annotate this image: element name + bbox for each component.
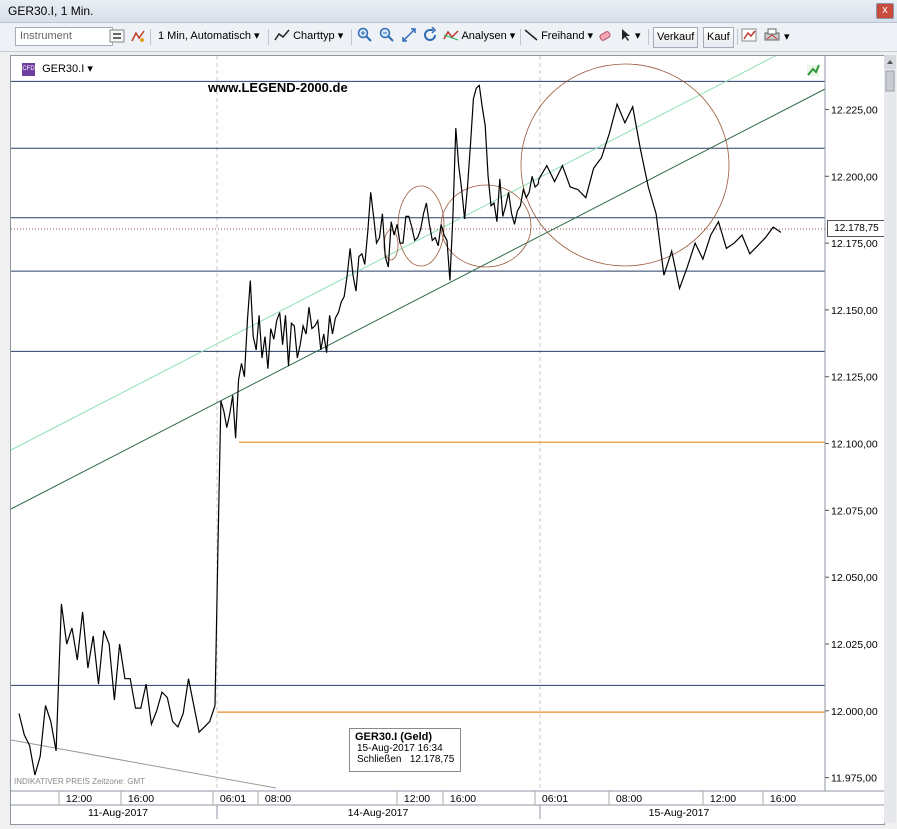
cursor-icon bbox=[622, 29, 630, 41]
y-tick-label: 12.100,00 bbox=[831, 439, 878, 451]
indicative-price-note: INDIKATIVER PREIS Zeitzone: GMT bbox=[14, 777, 145, 786]
x-tick-label: 06:01 bbox=[220, 793, 246, 805]
analysis-icon bbox=[443, 30, 459, 41]
y-tick-label: 12.125,00 bbox=[831, 372, 878, 384]
verkauf-button[interactable]: Verkauf bbox=[653, 27, 699, 48]
pen-line-icon bbox=[524, 29, 538, 41]
analysen-select[interactable]: Analysen ▾ bbox=[443, 27, 515, 46]
freihand-select[interactable]: Freihand ▾ bbox=[524, 27, 593, 46]
pattern-circle-4[interactable] bbox=[520, 63, 730, 267]
line-chart-icon bbox=[274, 29, 290, 41]
zoom-in-icon[interactable] bbox=[357, 27, 373, 46]
instrument-name: GER30.I bbox=[42, 63, 85, 75]
y-tick-label: 11.975,00 bbox=[831, 773, 877, 785]
x-tick-label: 08:00 bbox=[616, 793, 642, 805]
cursor-select[interactable]: ▾ bbox=[620, 27, 641, 46]
x-tick-label: 06:01 bbox=[542, 793, 568, 805]
price-tooltip: GER30.I (Geld) 15-Aug-2017 16:34 Schließ… bbox=[349, 728, 461, 772]
close-icon[interactable]: x bbox=[876, 3, 894, 19]
website-watermark: www.LEGEND-2000.de bbox=[208, 80, 348, 95]
trend-marker-icon bbox=[807, 64, 820, 76]
y-tick-label: 12.175,00 bbox=[831, 238, 878, 250]
zoom-out-icon[interactable] bbox=[379, 27, 395, 46]
last-price-label: 12.178,75 bbox=[827, 220, 886, 237]
date-label: 11-Aug-2017 bbox=[88, 807, 148, 819]
tooltip-title: GER30.I (Geld) bbox=[355, 731, 433, 743]
date-label: 15-Aug-2017 bbox=[649, 807, 710, 819]
trendline-upper[interactable] bbox=[11, 56, 781, 451]
indicator-add-icon[interactable] bbox=[130, 29, 146, 48]
y-tick-label: 12.050,00 bbox=[831, 572, 878, 584]
chart-toolbar: Instrument 1 Min, Automatisch ▾ Charttyp… bbox=[0, 23, 897, 52]
x-tick-label: 16:00 bbox=[128, 793, 154, 805]
instrument-input[interactable]: Instrument bbox=[15, 27, 113, 46]
tooltip-close: Schließen 12.178,75 bbox=[357, 754, 455, 765]
y-tick-label: 12.075,00 bbox=[831, 505, 878, 517]
chart-area[interactable]: 12.225,00 12.200,00 12.175,00 12.150,00 12.1… bbox=[10, 55, 885, 825]
kauf-button[interactable]: Kauf bbox=[703, 27, 734, 48]
print-select[interactable]: ▾ bbox=[763, 27, 790, 46]
y-tick-label: 12.200,00 bbox=[831, 171, 878, 183]
x-tick-label: 08:00 bbox=[265, 793, 291, 805]
x-tick-label: 16:00 bbox=[450, 793, 476, 805]
y-tick-label: 12.025,00 bbox=[831, 639, 878, 651]
x-tick-label: 12:00 bbox=[404, 793, 430, 805]
print-icon bbox=[764, 28, 780, 41]
y-tick-label: 12.225,00 bbox=[831, 104, 878, 116]
y-tick-label: 12.150,00 bbox=[831, 305, 878, 317]
pattern-circle-1[interactable] bbox=[383, 229, 399, 261]
y-tick-label: 12.000,00 bbox=[831, 706, 878, 718]
charttype-select[interactable]: Charttyp ▾ bbox=[274, 27, 343, 46]
interval-select[interactable]: 1 Min, Automatisch ▾ bbox=[158, 27, 260, 46]
chart-settings-icon[interactable] bbox=[741, 27, 757, 46]
tooltip-datetime: 15-Aug-2017 16:34 bbox=[357, 743, 443, 754]
reset-icon[interactable] bbox=[422, 26, 438, 46]
price-series-line[interactable] bbox=[18, 84, 782, 776]
fit-chart-icon[interactable] bbox=[401, 27, 417, 46]
cfd-badge: CFD bbox=[22, 62, 35, 76]
window-title: GER30.I, 1 Min. bbox=[8, 4, 94, 18]
window-title-bar: GER30.I, 1 Min. x bbox=[0, 0, 897, 23]
pattern-circle-3[interactable] bbox=[440, 184, 532, 268]
date-label: 14-Aug-2017 bbox=[348, 807, 409, 819]
instrument-list-icon[interactable] bbox=[109, 29, 125, 48]
eraser-icon[interactable] bbox=[598, 30, 612, 49]
vertical-scrollbar[interactable] bbox=[884, 55, 896, 823]
x-tick-label: 16:00 bbox=[770, 793, 796, 805]
x-tick-label: 12:00 bbox=[66, 793, 92, 805]
x-tick-label: 12:00 bbox=[710, 793, 736, 805]
instrument-tag[interactable]: CFD GER30.I ▾ bbox=[22, 61, 93, 77]
instrument-dropdown-icon[interactable]: ▾ bbox=[87, 63, 93, 75]
trendline-main[interactable] bbox=[11, 88, 826, 510]
